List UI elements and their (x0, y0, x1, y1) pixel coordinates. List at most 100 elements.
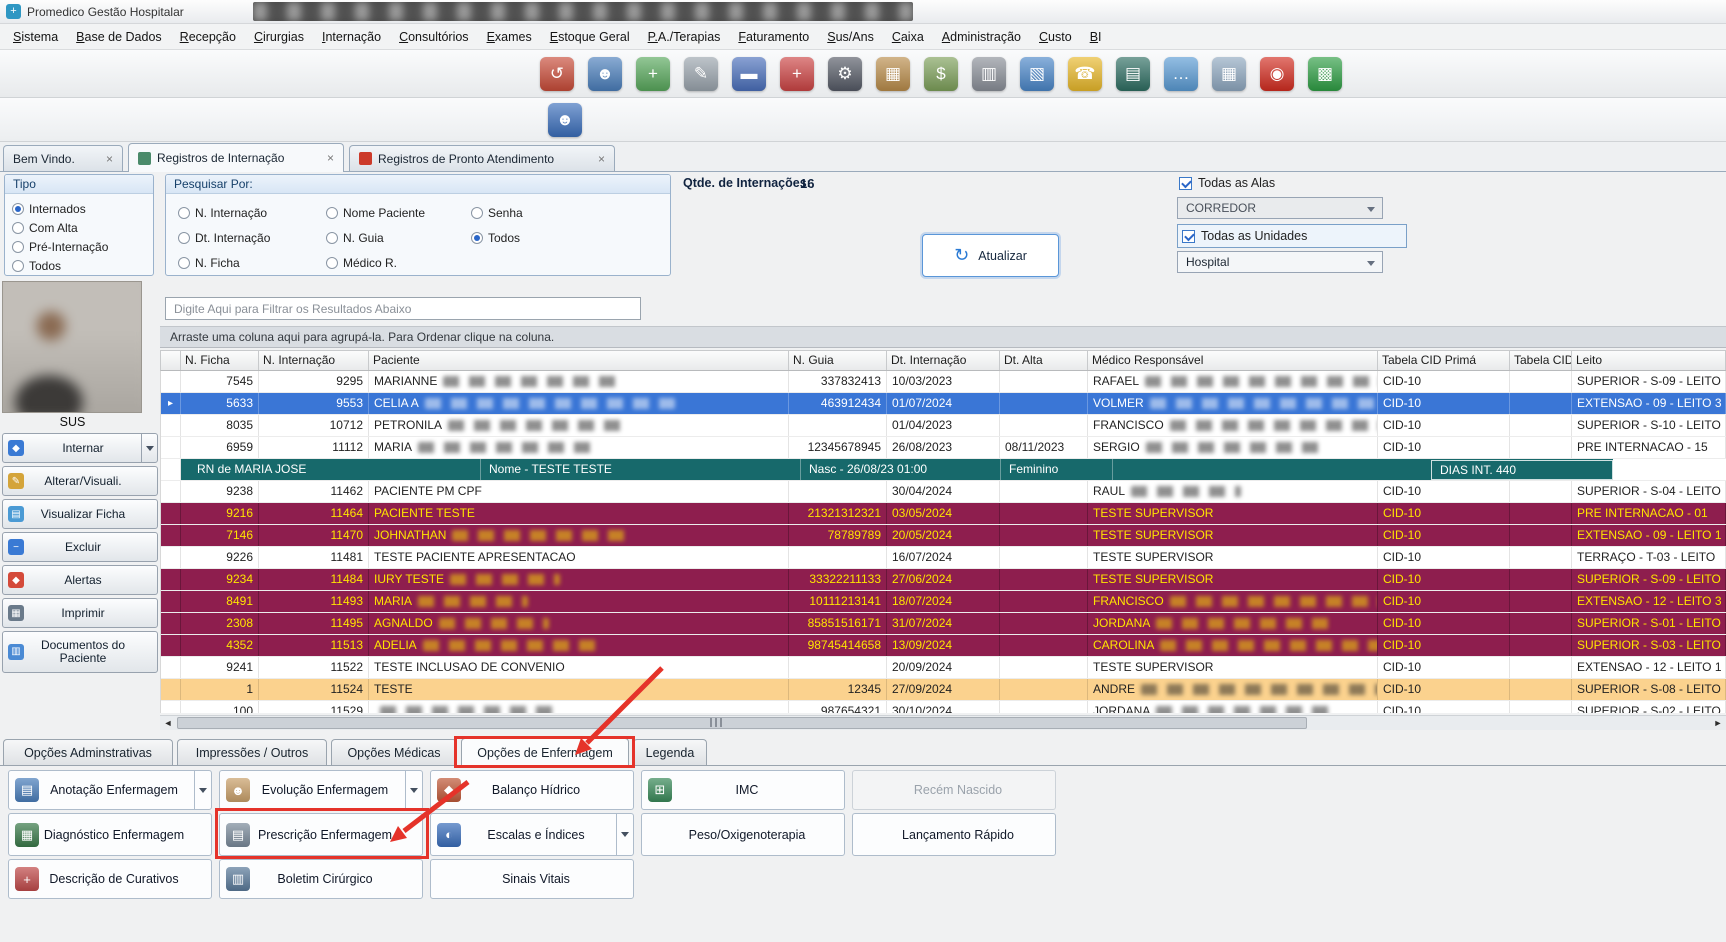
options-tab[interactable]: Opções Adminstrativas (3, 739, 173, 765)
action-button[interactable]: ▤ Prescrição Enfermagem (219, 813, 423, 856)
table-row[interactable]: 1 11524 TESTE 12345 27/09/2024 ANDRE CID… (161, 679, 1726, 701)
action-button[interactable]: ▦ Diagnóstico Enfermagem (8, 813, 212, 856)
table-row[interactable]: 8491 11493 MARIA 10111213141 18/07/2024 … (161, 591, 1726, 613)
table-row[interactable]: ▸ 5633 9553 CELIA A 463912434 01/07/2024… (161, 393, 1726, 415)
table-row[interactable]: 9234 11484 IURY TESTE 33322211133 27/06/… (161, 569, 1726, 591)
grid-column-header[interactable]: Leito (1572, 351, 1726, 370)
grid-column-header[interactable]: Dt. Internação (887, 351, 1000, 370)
refresh-button[interactable]: ↻ Atualizar (922, 234, 1059, 277)
search-radio-option[interactable]: Senha (471, 200, 523, 225)
telefone-icon[interactable]: ☎ (1068, 56, 1102, 91)
menu-item[interactable]: Exames (478, 26, 541, 48)
splitter-grip-icon[interactable] (710, 718, 722, 727)
menu-item[interactable]: Recepção (171, 26, 245, 48)
tab-close-icon[interactable]: × (327, 151, 334, 165)
horizontal-scrollbar[interactable]: ◄ ► (160, 715, 1726, 730)
estoque-icon[interactable]: ▦ (876, 56, 910, 91)
sidebar-action-button[interactable]: ✎ Alterar/Visuali. (2, 466, 158, 496)
unit-select[interactable]: Hospital (1177, 251, 1383, 273)
menu-item[interactable]: P.A./Terapias (639, 26, 730, 48)
paciente-internado-icon[interactable]: ☻ (548, 102, 582, 137)
scrollbar-thumb[interactable] (177, 717, 1307, 729)
search-radio-option[interactable]: N. Ficha (178, 250, 270, 275)
search-radio-option[interactable]: Nome Paciente (326, 200, 425, 225)
dropdown-arrow-icon[interactable] (194, 771, 211, 809)
table-row[interactable]: 2308 11495 AGNALDO 85851516171 31/07/202… (161, 613, 1726, 635)
menu-item[interactable]: Cirurgias (245, 26, 313, 48)
table-row[interactable]: 9241 11522 TESTE INCLUSAO DE CONVENIO 20… (161, 657, 1726, 679)
search-radio-option[interactable]: N. Internação (178, 200, 270, 225)
search-radio-option[interactable]: N. Guia (326, 225, 425, 250)
search-radio-option[interactable]: Dt. Internação (178, 225, 270, 250)
options-tab[interactable]: Opções de Enfermagem (461, 738, 629, 767)
menu-item[interactable]: Sus/Ans (818, 26, 883, 48)
action-button[interactable]: Sinais Vitais (430, 859, 634, 899)
faturamento-icon[interactable]: $ (924, 56, 958, 91)
grid-column-header[interactable]: N. Internação (259, 351, 369, 370)
all-wards-checkbox[interactable]: Todas as Alas (1179, 176, 1275, 190)
grid-column-header[interactable]: N. Ficha (181, 351, 259, 370)
table-row[interactable]: 100 11529 987654321 30/10/2024 JORDANA C… (161, 701, 1726, 713)
leitos-icon[interactable]: ▬ (732, 56, 766, 91)
search-radio-option[interactable]: Todos (471, 225, 523, 250)
sidebar-action-button[interactable]: ◆ Internar (2, 433, 158, 463)
grid-column-header[interactable]: Tabela CID Primá (1378, 351, 1510, 370)
menu-item[interactable]: BI (1081, 26, 1111, 48)
pacientes-icon[interactable]: ☻ (588, 56, 622, 91)
table-row[interactable]: 9238 11462 PACIENTE PM CPF 30/04/2024 RA… (161, 481, 1726, 503)
dropdown-arrow-icon[interactable] (405, 771, 422, 809)
medico-icon[interactable]: + (636, 56, 670, 91)
action-button[interactable]: ▥ Boletim Cirúrgico (219, 859, 423, 899)
table-row[interactable]: 7146 11470 JOHNATHAN 78789789 20/05/2024… (161, 525, 1726, 547)
tipo-radio-option[interactable]: Com Alta (12, 218, 146, 237)
table-row[interactable]: 9226 11481 TESTE PACIENTE APRESENTACAO 1… (161, 547, 1726, 569)
document-tab[interactable]: Registros de Internação × (128, 143, 344, 172)
table-row[interactable]: 8035 10712 PETRONILA 01/04/2023 FRANCISC… (161, 415, 1726, 437)
table-row[interactable]: 4352 11513 ADELIA 98745414658 13/09/2024… (161, 635, 1726, 657)
grid-column-header[interactable]: Médico Responsável (1088, 351, 1378, 370)
tab-close-icon[interactable]: × (598, 152, 605, 166)
chat-icon[interactable]: … (1164, 56, 1198, 91)
menu-item[interactable]: Faturamento (729, 26, 818, 48)
agenda-icon[interactable]: ▤ (1116, 56, 1150, 91)
table-row[interactable]: 7545 9295 MARIANNE 337832413 10/03/2023 … (161, 371, 1726, 393)
filter-input[interactable] (165, 297, 641, 320)
sidebar-action-button[interactable]: ▤ Visualizar Ficha (2, 499, 158, 529)
action-button[interactable]: ◆ Balanço Hídrico (430, 770, 634, 810)
scroll-left-icon[interactable]: ◄ (160, 716, 176, 730)
dropdown-arrow-icon[interactable] (141, 434, 157, 462)
grid-column-header[interactable]: Tabela CID S (1510, 351, 1572, 370)
options-tab[interactable]: Opções Médicas (331, 739, 457, 765)
sidebar-action-button[interactable]: ▥ Documentos do Paciente (2, 631, 158, 673)
tipo-radio-option[interactable]: Todos (12, 256, 146, 275)
recepcao-icon[interactable]: ↺ (540, 56, 574, 91)
menu-item[interactable]: Administração (933, 26, 1030, 48)
all-units-checkbox[interactable]: Todas as Unidades (1177, 224, 1407, 248)
prontuario-icon[interactable]: ✎ (684, 56, 718, 91)
menu-item[interactable]: Base de Dados (67, 26, 170, 48)
search-radio-option[interactable]: Médico R. (326, 250, 425, 275)
sidebar-action-button[interactable]: ▦ Imprimir (2, 598, 158, 628)
action-button[interactable]: Recém Nascido (852, 770, 1056, 810)
ambulancia-icon[interactable]: + (780, 56, 814, 91)
graficos-icon[interactable]: ▧ (1020, 56, 1054, 91)
sair-icon[interactable]: ◉ (1260, 56, 1294, 91)
action-button[interactable]: ▤ Anotação Enfermagem (8, 770, 212, 810)
action-button[interactable]: ⊞ IMC (641, 770, 845, 810)
action-button[interactable]: ◐ Escalas e Índices (430, 813, 634, 856)
action-button[interactable]: Lançamento Rápido (852, 813, 1056, 856)
monitor-icon[interactable]: ▩ (1308, 56, 1342, 91)
document-tab[interactable]: Bem Vindo. × (3, 145, 123, 171)
menu-item[interactable]: Custo (1030, 26, 1081, 48)
grid-column-header[interactable]: N. Guia (789, 351, 887, 370)
grid-column-header[interactable]: Dt. Alta (1000, 351, 1088, 370)
planilha-icon[interactable]: ▦ (1212, 56, 1246, 91)
tipo-radio-option[interactable]: Pré-Internação (12, 237, 146, 256)
ward-select[interactable]: CORREDOR (1177, 197, 1383, 219)
grid-column-header[interactable]: Paciente (369, 351, 789, 370)
sidebar-action-button[interactable]: ◆ Alertas (2, 565, 158, 595)
action-button[interactable]: + Descrição de Curativos (8, 859, 212, 899)
action-button[interactable]: Peso/Oxigenoterapia (641, 813, 845, 856)
cirurgia-icon[interactable]: ⚙ (828, 56, 862, 91)
tab-close-icon[interactable]: × (106, 152, 113, 166)
